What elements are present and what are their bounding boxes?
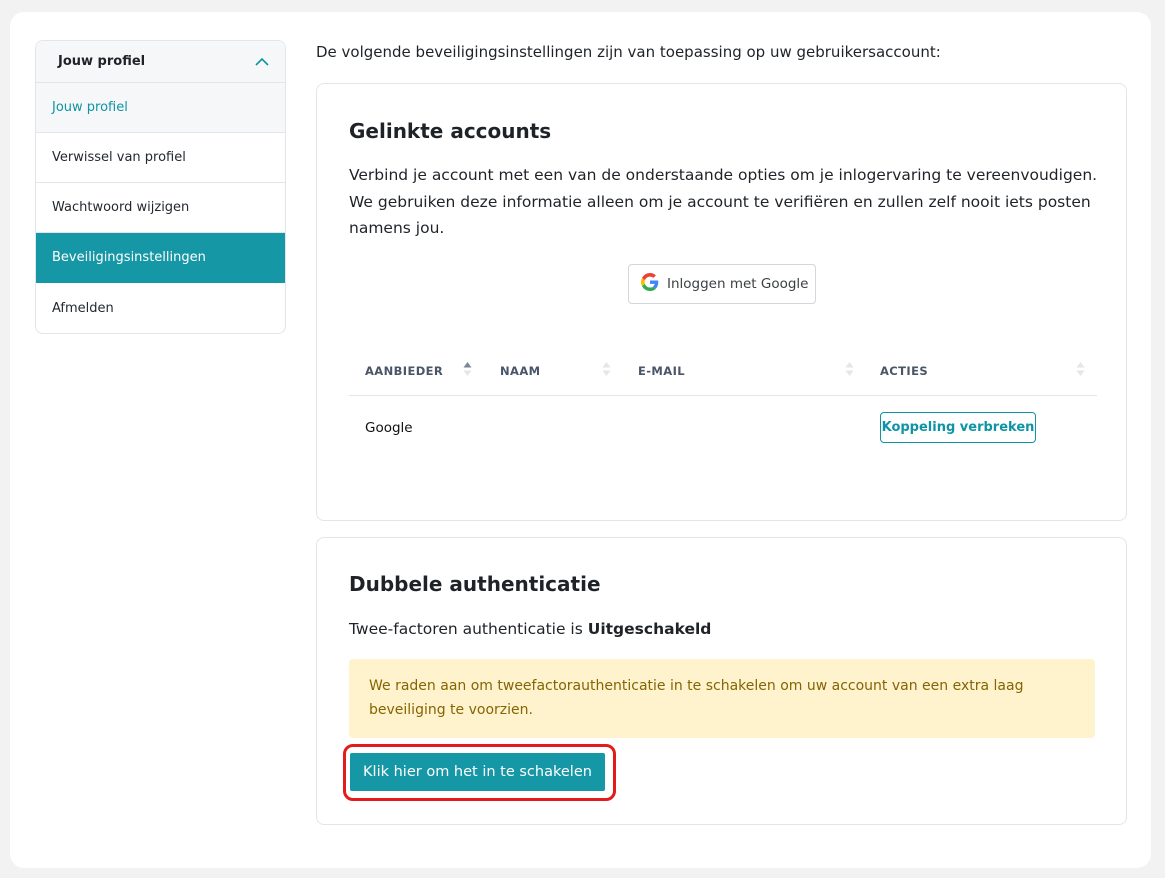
linked-accounts-table: AANBIEDER NAAM E-MAIL ACTIES Google Kopp… bbox=[349, 346, 1097, 460]
sidebar-item-label: Wachtwoord wijzigen bbox=[52, 200, 190, 215]
two-factor-title: Dubbele authenticatie bbox=[349, 572, 601, 596]
chevron-up-icon[interactable] bbox=[255, 57, 269, 66]
column-header-email[interactable]: E-MAIL bbox=[638, 364, 685, 378]
sidebar-item-verwissel-van-profiel[interactable]: Verwissel van profiel bbox=[36, 133, 285, 183]
sidebar-item-label: Afmelden bbox=[52, 300, 114, 316]
column-header-naam[interactable]: NAAM bbox=[500, 364, 540, 378]
table-row: Google Koppeling verbreken bbox=[349, 396, 1097, 460]
linked-accounts-title: Gelinkte accounts bbox=[349, 119, 552, 143]
column-header-acties[interactable]: ACTIES bbox=[880, 364, 928, 378]
status-value: Uitgeschakeld bbox=[587, 620, 712, 638]
sort-icon[interactable] bbox=[602, 361, 611, 380]
sidebar-item-jouw-profiel[interactable]: Jouw profiel bbox=[36, 83, 285, 133]
sort-icon[interactable] bbox=[845, 361, 854, 380]
recommendation-alert: We raden aan om tweefactorauthenticatie … bbox=[349, 659, 1095, 738]
linked-accounts-panel: Gelinkte accounts Verbind je account met… bbox=[316, 83, 1127, 521]
sidebar-item-label: Jouw profiel bbox=[52, 100, 128, 115]
two-factor-status: Twee-factoren authenticatie is Uitgescha… bbox=[349, 620, 711, 638]
unlink-button[interactable]: Koppeling verbreken bbox=[880, 412, 1036, 443]
google-login-label: Inloggen met Google bbox=[667, 276, 809, 292]
linked-accounts-description: Verbind je account met een van de onders… bbox=[349, 166, 1098, 237]
enable-two-factor-button[interactable]: Klik hier om het in te schakelen bbox=[350, 753, 605, 791]
profile-sidebar: Jouw profiel Jouw profiel Verwissel van … bbox=[35, 40, 286, 334]
cell-provider: Google bbox=[365, 420, 413, 436]
sidebar-item-beveiligingsinstellingen[interactable]: Beveiligingsinstellingen bbox=[36, 233, 285, 283]
google-icon bbox=[641, 273, 659, 295]
two-factor-panel: Dubbele authenticatie Twee-factoren auth… bbox=[316, 537, 1127, 825]
sidebar-item-label: Beveiligingsinstellingen bbox=[52, 250, 206, 265]
sort-icon[interactable] bbox=[1076, 361, 1085, 380]
highlight-outline: Klik hier om het in te schakelen bbox=[343, 744, 616, 801]
column-header-aanbieder[interactable]: AANBIEDER bbox=[365, 364, 443, 378]
sidebar-item-label: Verwissel van profiel bbox=[52, 150, 186, 165]
google-login-button[interactable]: Inloggen met Google bbox=[628, 264, 816, 304]
table-header: AANBIEDER NAAM E-MAIL ACTIES bbox=[349, 346, 1097, 396]
sidebar-header[interactable]: Jouw profiel bbox=[36, 41, 285, 83]
sidebar-item-afmelden[interactable]: Afmelden bbox=[36, 283, 285, 333]
status-prefix: Twee-factoren authenticatie is bbox=[349, 620, 588, 638]
page-intro: De volgende beveiligingsinstellingen zij… bbox=[316, 43, 941, 61]
sort-asc-icon[interactable] bbox=[463, 361, 472, 380]
sidebar-item-wachtwoord-wijzigen[interactable]: Wachtwoord wijzigen bbox=[36, 183, 285, 233]
sidebar-header-label: Jouw profiel bbox=[58, 54, 146, 69]
